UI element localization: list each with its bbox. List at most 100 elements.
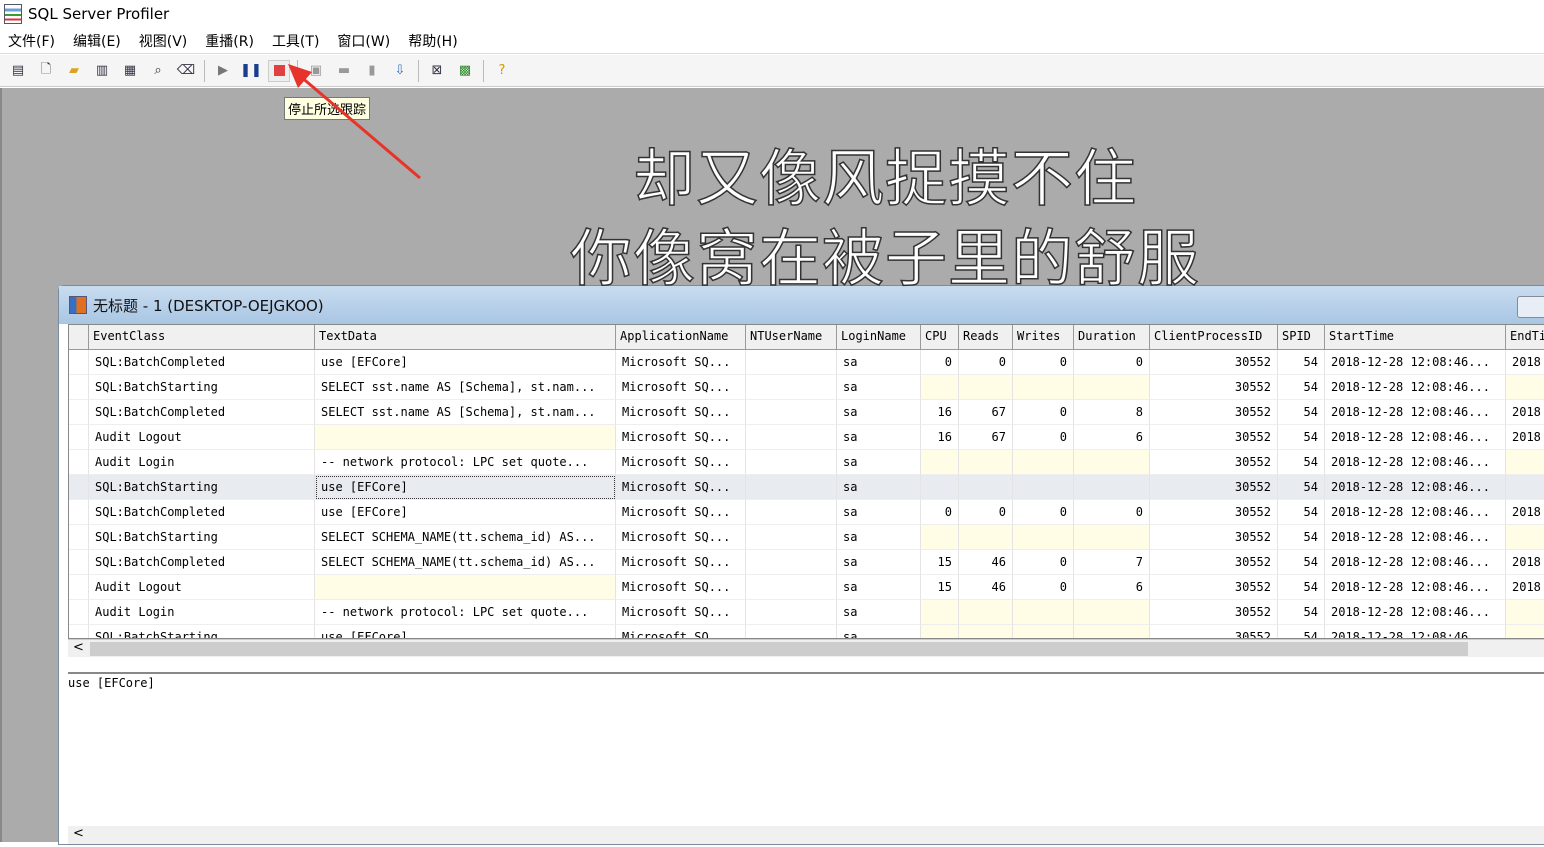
column-header[interactable]: ClientProcessID [1150,325,1278,349]
table-row[interactable]: SQL:BatchCompleted use [EFCore] Microsoft … [69,350,1544,375]
cell-textdata[interactable] [315,425,616,450]
cell-applicationname[interactable]: Microsoft SQ... [616,375,746,400]
cell-applicationname[interactable]: Microsoft SQ... [616,500,746,525]
cell-duration[interactable]: 7 [1074,550,1150,575]
cell-textdata[interactable]: use [EFCore] [315,350,616,375]
row-selector[interactable] [69,575,89,600]
cell-spid[interactable]: 54 [1278,500,1325,525]
cell-ntusername[interactable] [746,400,837,425]
cell-eventclass[interactable]: Audit Login [89,450,315,475]
cell-duration[interactable]: 6 [1074,425,1150,450]
cell-loginname[interactable]: sa [837,625,921,638]
cell-eventclass[interactable]: SQL:BatchStarting [89,475,315,500]
cell-loginname[interactable]: sa [837,450,921,475]
cell-spid[interactable]: 54 [1278,475,1325,500]
table-row[interactable]: SQL:BatchCompleted SELECT SCHEMA_NAME(tt.… [69,550,1544,575]
cell-eventclass[interactable]: Audit Login [89,600,315,625]
cell-cpu[interactable] [921,375,959,400]
cell-endtime[interactable] [1506,475,1544,500]
cell-eventclass[interactable]: Audit Logout [89,425,315,450]
cell-reads[interactable]: 0 [959,500,1013,525]
cell-starttime[interactable]: 2018-12-28 12:08:46... [1325,400,1506,425]
scroll-thumb[interactable] [90,642,1468,656]
table-row[interactable]: SQL:BatchStarting use [EFCore] Microsoft S… [69,475,1544,500]
cell-cpu[interactable] [921,475,959,500]
cell-reads[interactable] [959,525,1013,550]
cell-applicationname[interactable]: Microsoft SQ... [616,575,746,600]
cell-writes[interactable]: 0 [1013,400,1074,425]
cell-duration[interactable]: 8 [1074,400,1150,425]
column-header[interactable]: ApplicationName [616,325,746,349]
cell-ntusername[interactable] [746,625,837,638]
cell-applicationname[interactable]: Microsoft SQ... [616,600,746,625]
cell-loginname[interactable]: sa [837,575,921,600]
table-row[interactable]: SQL:BatchCompleted use [EFCore] Microsoft … [69,500,1544,525]
cell-spid[interactable]: 54 [1278,525,1325,550]
cell-applicationname[interactable]: Microsoft SQ... [616,425,746,450]
cell-eventclass[interactable]: SQL:BatchCompleted [89,500,315,525]
row-selector[interactable] [69,525,89,550]
cell-cpu[interactable]: 0 [921,350,959,375]
cell-duration[interactable] [1074,375,1150,400]
cell-reads[interactable]: 67 [959,400,1013,425]
table-row[interactable]: Audit Login -- network protocol: LPC set … [69,600,1544,625]
cell-duration[interactable]: 6 [1074,575,1150,600]
table-row[interactable]: Audit Login -- network protocol: LPC set … [69,450,1544,475]
cell-eventclass[interactable]: SQL:BatchStarting [89,375,315,400]
table-row[interactable]: Audit Logout Microsoft SQ... sa 15 46 0 6 30552… [69,575,1544,600]
cell-ntusername[interactable] [746,375,837,400]
table-row[interactable]: SQL:BatchStarting SELECT SCHEMA_NAME(tt.s… [69,525,1544,550]
cell-endtime[interactable] [1506,450,1544,475]
cell-starttime[interactable]: 2018-12-28 12:08:46... [1325,500,1506,525]
column-header[interactable]: TextData [315,325,616,349]
row-selector[interactable] [69,625,89,638]
cell-clientprocessid[interactable]: 30552 [1150,475,1278,500]
cell-starttime[interactable]: 2018-12-28 12:08:46... [1325,425,1506,450]
cell-duration[interactable] [1074,475,1150,500]
cell-reads[interactable] [959,625,1013,638]
row-selector[interactable] [69,500,89,525]
table-row[interactable]: SQL:BatchStarting use [EFCore] Microsoft S… [69,625,1544,638]
cell-endtime[interactable]: 2018 [1506,500,1544,525]
cell-spid[interactable]: 54 [1278,375,1325,400]
cell-cpu[interactable] [921,625,959,638]
cell-clientprocessid[interactable]: 30552 [1150,425,1278,450]
cell-writes[interactable]: 0 [1013,350,1074,375]
cell-clientprocessid[interactable]: 30552 [1150,450,1278,475]
cell-clientprocessid[interactable]: 30552 [1150,600,1278,625]
scroll-left-icon[interactable]: < [73,826,84,841]
cell-applicationname[interactable]: Microsoft SQ... [616,350,746,375]
cell-spid[interactable]: 54 [1278,350,1325,375]
cell-textdata[interactable]: -- network protocol: LPC set quote... [315,450,616,475]
row-selector[interactable] [69,550,89,575]
cell-endtime[interactable] [1506,525,1544,550]
cell-spid[interactable]: 54 [1278,425,1325,450]
cell-applicationname[interactable]: Microsoft SQ... [616,475,746,500]
cell-loginname[interactable]: sa [837,550,921,575]
cell-reads[interactable]: 46 [959,575,1013,600]
cell-ntusername[interactable] [746,550,837,575]
cell-clientprocessid[interactable]: 30552 [1150,375,1278,400]
column-header[interactable]: EndTime [1506,325,1544,349]
table-row[interactable]: Audit Logout Microsoft SQ... sa 16 67 0 6 30552… [69,425,1544,450]
row-selector[interactable] [69,350,89,375]
cell-eventclass[interactable]: SQL:BatchStarting [89,625,315,638]
cell-endtime[interactable] [1506,375,1544,400]
cell-loginname[interactable]: sa [837,375,921,400]
cell-writes[interactable] [1013,475,1074,500]
cell-textdata[interactable]: SELECT sst.name AS [Schema], st.nam... [315,375,616,400]
cell-endtime[interactable] [1506,625,1544,638]
cell-reads[interactable] [959,600,1013,625]
cell-applicationname[interactable]: Microsoft SQ... [616,550,746,575]
cell-clientprocessid[interactable]: 30552 [1150,400,1278,425]
cell-clientprocessid[interactable]: 30552 [1150,525,1278,550]
cell-loginname[interactable]: sa [837,525,921,550]
textdata-detail-pane[interactable]: use [EFCore] [68,672,1544,847]
cell-eventclass[interactable]: SQL:BatchStarting [89,525,315,550]
cell-starttime[interactable]: 2018-12-28 12:08:46... [1325,475,1506,500]
cell-starttime[interactable]: 2018-12-28 12:08:46... [1325,525,1506,550]
cell-duration[interactable] [1074,600,1150,625]
cell-loginname[interactable]: sa [837,500,921,525]
cell-textdata[interactable]: use [EFCore] [315,625,616,638]
cell-reads[interactable] [959,450,1013,475]
